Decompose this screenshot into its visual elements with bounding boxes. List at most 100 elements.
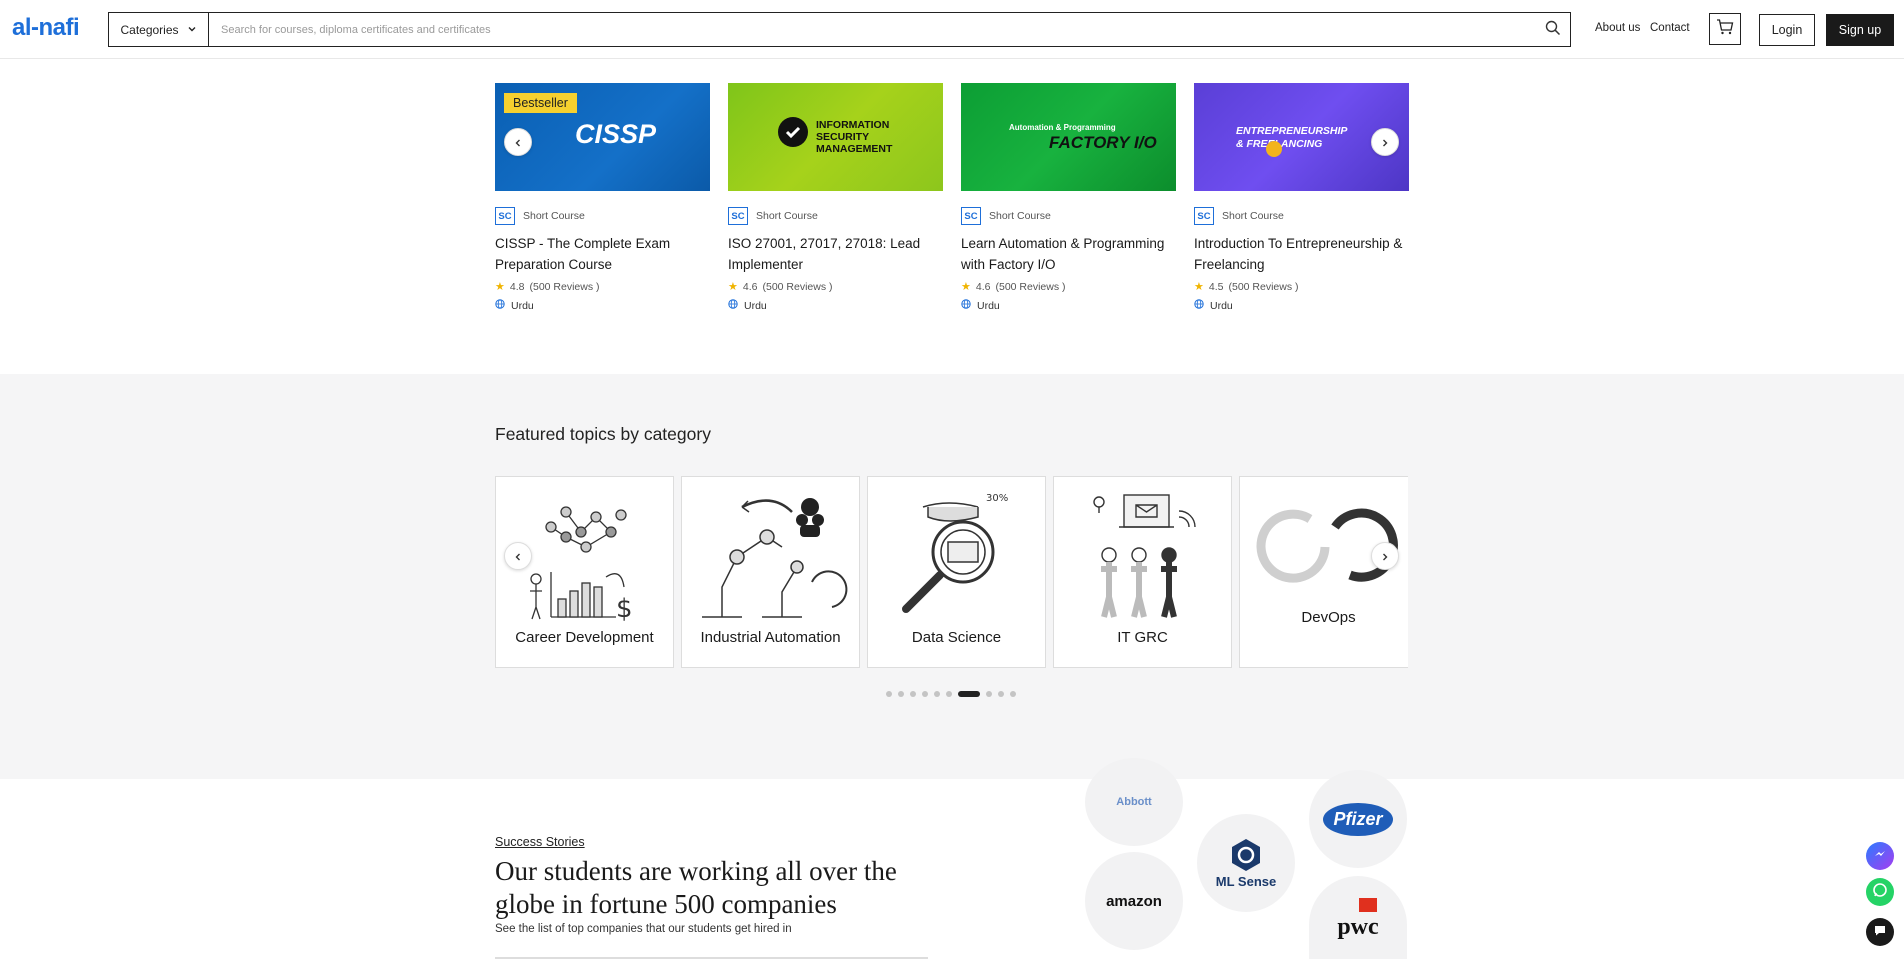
company-logo-ml-sense: ML Sense [1197, 814, 1295, 912]
chat-icon [1872, 922, 1888, 942]
categories-dropdown[interactable]: Categories [109, 13, 209, 46]
svg-text:$: $ [616, 594, 633, 622]
search-input[interactable] [209, 13, 1536, 46]
rating-value: 4.6 [742, 280, 758, 293]
chevron-down-icon [187, 23, 197, 37]
pagination-dot[interactable] [886, 691, 892, 697]
globe-icon [495, 299, 505, 312]
course-rating: ★ 4.8 (500 Reviews ) [495, 280, 710, 294]
globe-icon [1194, 299, 1204, 312]
thumbnail-text: INFORMATION SECURITY MANAGEMENT [816, 119, 893, 155]
course-language: Urdu [495, 299, 710, 312]
course-type-badge: SC [495, 207, 515, 225]
chat-button[interactable] [1866, 918, 1894, 946]
svg-text:30%: 30% [986, 493, 1008, 504]
topic-card-data-science[interactable]: 30% Data Science [867, 476, 1046, 668]
search-bar: Categories [108, 12, 1571, 47]
chevron-left-icon [513, 133, 523, 152]
rating-value: 4.8 [509, 280, 525, 293]
course-rating: ★ 4.5 (500 Reviews ) [1194, 280, 1409, 294]
globe-icon [961, 299, 971, 312]
review-count: (500 Reviews ) [529, 280, 600, 293]
company-name: Abbott [1116, 796, 1152, 808]
coin-icon [1266, 141, 1282, 157]
course-title[interactable]: ISO 27001, 27017, 27018: Lead Implemente… [728, 233, 943, 275]
course-title[interactable]: CISSP - The Complete Exam Preparation Co… [495, 233, 710, 275]
topic-card-it-grc[interactable]: IT GRC [1053, 476, 1232, 668]
pagination-dot[interactable] [998, 691, 1004, 697]
star-icon: ★ [495, 281, 505, 293]
messenger-icon [1872, 846, 1888, 866]
course-next-button[interactable] [1371, 128, 1399, 156]
pagination-dot[interactable] [946, 691, 952, 697]
pagination-dot[interactable] [1010, 691, 1016, 697]
course-card[interactable]: ENTREPRENEURSHIP & FREELANCING SC Short … [1194, 83, 1409, 312]
cart-button[interactable] [1709, 13, 1741, 45]
course-type: SC Short Course [1194, 207, 1409, 225]
company-logo-abbott: Abbott [1085, 758, 1183, 846]
course-type-badge: SC [1194, 207, 1214, 225]
login-button[interactable]: Login [1759, 14, 1815, 46]
course-title[interactable]: Learn Automation & Programming with Fact… [961, 233, 1176, 275]
topic-next-button[interactable] [1371, 542, 1399, 570]
pagination-dot[interactable] [910, 691, 916, 697]
messenger-button[interactable] [1866, 842, 1894, 870]
thumbnail-subtext: Automation & Programming [1009, 123, 1116, 132]
featured-topics-section: Featured topics by category $ Career Dev… [0, 374, 1904, 779]
review-count: (500 Reviews ) [1228, 280, 1299, 293]
topic-prev-button[interactable] [504, 542, 532, 570]
topic-label: IT GRC [1117, 629, 1168, 646]
success-stories-subtitle: See the list of top companies that our s… [495, 923, 792, 935]
topic-label: DevOps [1301, 609, 1356, 626]
pagination-dot[interactable] [898, 691, 904, 697]
course-language: Urdu [1194, 299, 1409, 312]
carousel-pagination [886, 691, 1016, 697]
featured-title: Featured topics by category [495, 424, 711, 444]
topic-carousel: $ Career Development Industrial Automati… [495, 476, 1408, 668]
company-name: pwc [1337, 914, 1379, 940]
categories-label: Categories [120, 22, 179, 37]
course-prev-button[interactable] [504, 128, 532, 156]
course-thumbnail: INFORMATION SECURITY MANAGEMENT [728, 83, 943, 191]
company-name: Pfizer [1323, 802, 1393, 836]
course-type-label: Short Course [756, 210, 818, 222]
chevron-right-icon [1380, 547, 1390, 566]
logo-text: al-nafi [12, 14, 80, 41]
topic-card-devops[interactable]: DevOps [1239, 476, 1408, 668]
search-button[interactable] [1536, 13, 1570, 46]
review-count: (500 Reviews ) [995, 280, 1066, 293]
whatsapp-button[interactable] [1866, 878, 1894, 906]
course-thumbnail: Automation & Programming FACTORY I/O [961, 83, 1176, 191]
about-link[interactable]: About us [1595, 22, 1640, 34]
star-icon: ★ [728, 281, 738, 293]
site-header: al-nafi Categories About us Contact Logi… [0, 0, 1904, 59]
data-science-illustration: 30% [902, 493, 1008, 613]
success-stories-link[interactable]: Success Stories [495, 835, 585, 849]
contact-link[interactable]: Contact [1650, 22, 1690, 34]
pagination-dot[interactable] [922, 691, 928, 697]
industrial-automation-illustration [702, 498, 848, 618]
topic-card-industrial-automation[interactable]: Industrial Automation [681, 476, 860, 668]
company-logo-amazon: amazon [1085, 852, 1183, 950]
pagination-dot[interactable] [934, 691, 940, 697]
thumbnail-text: ENTREPRENEURSHIP & FREELANCING [1236, 125, 1348, 150]
course-language: Urdu [961, 299, 1176, 312]
pagination-dot-active[interactable] [958, 691, 980, 697]
it-grc-illustration [1093, 494, 1196, 618]
course-rating: ★ 4.6 (500 Reviews ) [961, 280, 1176, 294]
course-title[interactable]: Introduction To Entrepreneurship & Freel… [1194, 233, 1409, 275]
signup-button[interactable]: Sign up [1826, 14, 1894, 46]
language-label: Urdu [1210, 299, 1233, 312]
course-card[interactable]: CISSP Bestseller SC Short Course CISSP -… [495, 83, 710, 312]
course-type-badge: SC [961, 207, 981, 225]
rating-value: 4.5 [1208, 280, 1224, 293]
topic-card-career-development[interactable]: $ Career Development [495, 476, 674, 668]
company-logo-pfizer: Pfizer [1309, 770, 1407, 868]
course-card[interactable]: INFORMATION SECURITY MANAGEMENT SC Short… [728, 83, 943, 312]
course-type-label: Short Course [989, 210, 1051, 222]
star-icon: ★ [1194, 281, 1204, 293]
site-logo[interactable]: al-nafi [12, 16, 84, 44]
pagination-dot[interactable] [986, 691, 992, 697]
course-type: SC Short Course [728, 207, 943, 225]
course-card[interactable]: Automation & Programming FACTORY I/O SC … [961, 83, 1176, 312]
